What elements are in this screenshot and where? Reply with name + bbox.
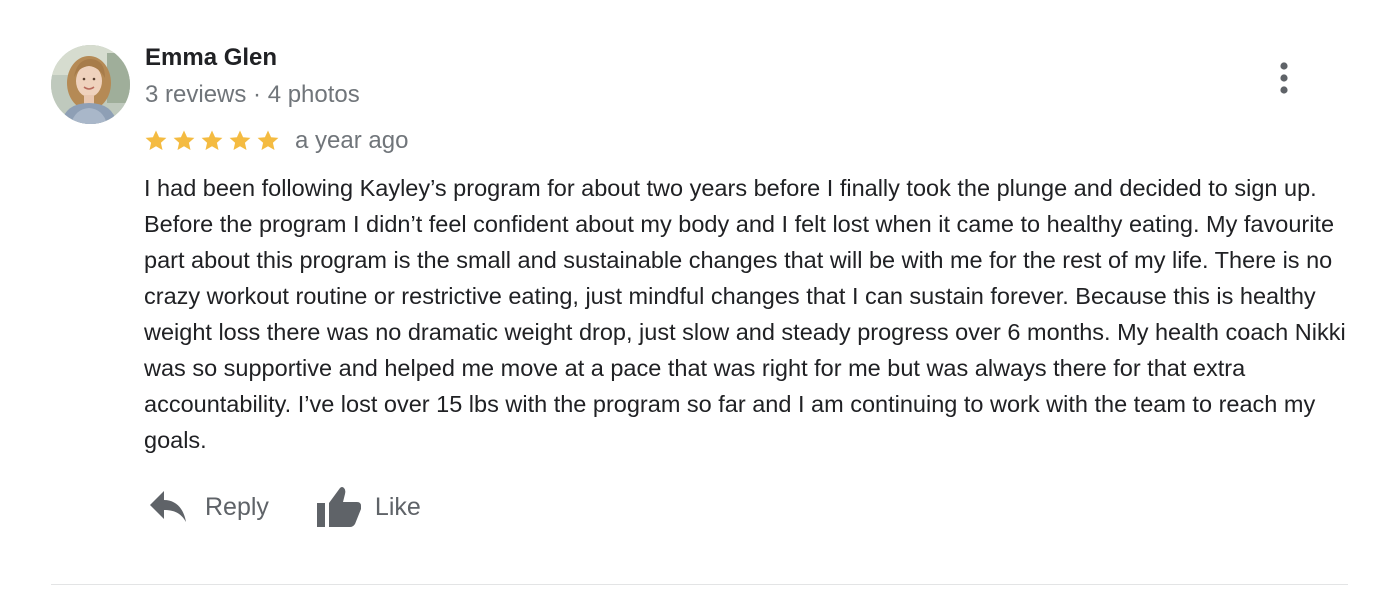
avatar[interactable] xyxy=(51,45,130,124)
review-date: a year ago xyxy=(295,127,409,154)
author-name[interactable]: Emma Glen xyxy=(145,44,277,72)
review-text: I had been following Kayley’s program fo… xyxy=(144,175,1346,453)
author-meta: 3 reviews · 4 photos xyxy=(145,81,360,108)
avatar-image xyxy=(51,45,130,124)
star-icon xyxy=(228,129,252,153)
star-icon xyxy=(172,129,196,153)
reply-icon xyxy=(150,491,186,522)
more-vert-icon xyxy=(1280,62,1288,94)
review-card: Emma Glen 3 reviews · 4 photos a year ag… xyxy=(0,0,1376,590)
star-icon xyxy=(144,129,168,153)
more-options-button[interactable] xyxy=(1262,56,1306,100)
star-icon xyxy=(200,129,224,153)
thumb-up-icon xyxy=(316,487,361,527)
like-button[interactable]: Like xyxy=(316,485,421,529)
star-rating xyxy=(144,129,280,153)
reply-label: Reply xyxy=(205,492,269,521)
reply-button[interactable]: Reply xyxy=(148,489,269,525)
like-label: Like xyxy=(374,492,421,521)
review-actions: Reply Like xyxy=(148,484,421,530)
star-icon xyxy=(256,129,280,153)
divider xyxy=(51,584,1348,585)
rating-row: a year ago xyxy=(144,124,408,158)
